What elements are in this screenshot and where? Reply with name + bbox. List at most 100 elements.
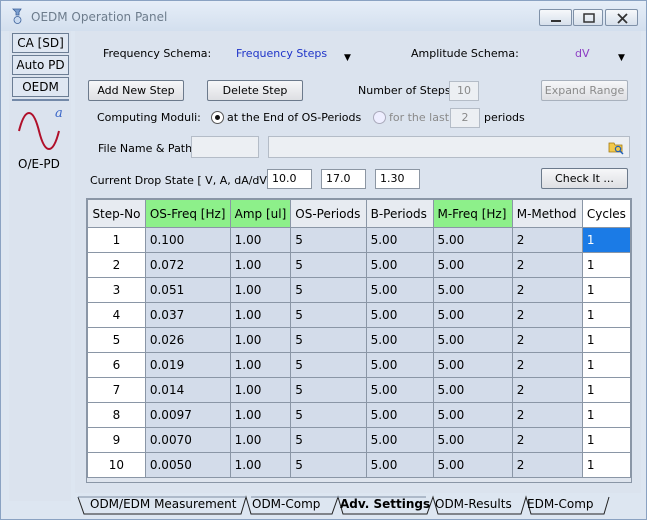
table-row[interactable]: 10 0.0050 1.00 5 5.00 5.00 2 1 bbox=[87, 452, 631, 478]
cell-cycles[interactable]: 1 bbox=[581, 227, 631, 253]
cell-b-periods[interactable]: 5.00 bbox=[365, 402, 434, 428]
table-row[interactable]: 7 0.014 1.00 5 5.00 5.00 2 1 bbox=[87, 377, 631, 403]
cell-m-freq[interactable]: 5.00 bbox=[432, 452, 513, 478]
cell-cycles[interactable]: 1 bbox=[581, 427, 631, 453]
tab-odm-results[interactable]: ODM-Results bbox=[429, 494, 512, 515]
cell-amp[interactable]: 1.00 bbox=[229, 302, 292, 328]
amplitude-schema-dropdown-icon[interactable]: ▼ bbox=[618, 53, 625, 63]
cell-b-periods[interactable]: 5.00 bbox=[365, 452, 434, 478]
cell-amp[interactable]: 1.00 bbox=[229, 227, 292, 253]
cell-cycles[interactable]: 1 bbox=[581, 327, 631, 353]
header-cycles[interactable]: Cycles bbox=[581, 199, 631, 228]
table-row[interactable]: 5 0.026 1.00 5 5.00 5.00 2 1 bbox=[87, 327, 631, 353]
cell-os-periods[interactable]: 5 bbox=[290, 277, 367, 303]
cell-amp[interactable]: 1.00 bbox=[229, 452, 292, 478]
table-row[interactable]: 9 0.0070 1.00 5 5.00 5.00 2 1 bbox=[87, 427, 631, 453]
cell-cycles[interactable]: 1 bbox=[581, 352, 631, 378]
cell-cycles[interactable]: 1 bbox=[581, 302, 631, 328]
cell-cycles[interactable]: 1 bbox=[581, 452, 631, 478]
cell-step-no[interactable]: 6 bbox=[87, 352, 146, 378]
cell-b-periods[interactable]: 5.00 bbox=[365, 327, 434, 353]
cell-step-no[interactable]: 1 bbox=[87, 227, 146, 253]
cell-step-no[interactable]: 10 bbox=[87, 452, 146, 478]
cell-amp[interactable]: 1.00 bbox=[229, 377, 292, 403]
frequency-schema-dropdown-icon[interactable]: ▼ bbox=[344, 53, 351, 63]
cell-os-freq[interactable]: 0.072 bbox=[144, 252, 231, 278]
cell-m-method[interactable]: 2 bbox=[511, 427, 583, 453]
cell-cycles[interactable]: 1 bbox=[581, 402, 631, 428]
cell-os-periods[interactable]: 5 bbox=[290, 302, 367, 328]
cell-step-no[interactable]: 2 bbox=[87, 252, 146, 278]
cell-cycles[interactable]: 1 bbox=[581, 252, 631, 278]
cell-m-freq[interactable]: 5.00 bbox=[432, 427, 513, 453]
close-button[interactable] bbox=[605, 9, 638, 26]
sidebar-button-oedm[interactable]: OEDM bbox=[12, 77, 69, 97]
table-row[interactable]: 4 0.037 1.00 5 5.00 5.00 2 1 bbox=[87, 302, 631, 328]
header-m-method[interactable]: M-Method bbox=[511, 199, 583, 228]
cell-os-periods[interactable]: 5 bbox=[290, 452, 367, 478]
check-it-button[interactable]: Check It ... bbox=[541, 168, 628, 189]
cell-amp[interactable]: 1.00 bbox=[229, 327, 292, 353]
sidebar-button-ca-sd[interactable]: CA [SD] bbox=[12, 33, 69, 53]
cell-os-freq[interactable]: 0.037 bbox=[144, 302, 231, 328]
cell-amp[interactable]: 1.00 bbox=[229, 252, 292, 278]
cell-m-freq[interactable]: 5.00 bbox=[432, 302, 513, 328]
header-os-freq[interactable]: OS-Freq [Hz] bbox=[144, 199, 231, 228]
cell-step-no[interactable]: 7 bbox=[87, 377, 146, 403]
cell-m-freq[interactable]: 5.00 bbox=[432, 377, 513, 403]
file-name-field[interactable] bbox=[191, 136, 259, 158]
frequency-schema-select[interactable]: Frequency Steps bbox=[236, 47, 327, 60]
radio-end-of-os-periods[interactable] bbox=[211, 111, 224, 124]
number-of-steps-field[interactable]: 10 bbox=[449, 81, 479, 101]
cell-m-method[interactable]: 2 bbox=[511, 452, 583, 478]
cell-step-no[interactable]: 4 bbox=[87, 302, 146, 328]
cell-m-freq[interactable]: 5.00 bbox=[432, 402, 513, 428]
cell-amp[interactable]: 1.00 bbox=[229, 402, 292, 428]
tab-odm-edm-measurement[interactable]: ODM/EDM Measurement bbox=[84, 494, 236, 515]
cell-os-periods[interactable]: 5 bbox=[290, 352, 367, 378]
tab-odm-comp[interactable]: ODM-Comp bbox=[246, 494, 320, 515]
cell-step-no[interactable]: 8 bbox=[87, 402, 146, 428]
cell-b-periods[interactable]: 5.00 bbox=[365, 252, 434, 278]
cell-m-method[interactable]: 2 bbox=[511, 227, 583, 253]
header-m-freq[interactable]: M-Freq [Hz] bbox=[432, 199, 513, 228]
add-new-step-button[interactable]: Add New Step bbox=[88, 80, 184, 101]
tab-edm-comp[interactable]: EDM-Comp bbox=[521, 494, 594, 515]
cell-os-periods[interactable]: 5 bbox=[290, 427, 367, 453]
cell-cycles[interactable]: 1 bbox=[581, 277, 631, 303]
cell-m-freq[interactable]: 5.00 bbox=[432, 352, 513, 378]
header-step-no[interactable]: Step-No bbox=[87, 199, 146, 228]
radio-for-the-last[interactable] bbox=[373, 111, 386, 124]
cell-b-periods[interactable]: 5.00 bbox=[365, 227, 434, 253]
cell-m-freq[interactable]: 5.00 bbox=[432, 252, 513, 278]
cell-os-freq[interactable]: 0.019 bbox=[144, 352, 231, 378]
drop-state-dadv-input[interactable]: 1.30 bbox=[375, 169, 420, 189]
cell-m-freq[interactable]: 5.00 bbox=[432, 327, 513, 353]
title-bar[interactable]: OEDM Operation Panel bbox=[1, 1, 646, 31]
cell-m-freq[interactable]: 5.00 bbox=[432, 227, 513, 253]
cell-m-method[interactable]: 2 bbox=[511, 327, 583, 353]
sidebar-button-auto-pd[interactable]: Auto PD bbox=[12, 55, 69, 75]
drop-state-a-input[interactable]: 17.0 bbox=[321, 169, 366, 189]
header-amp[interactable]: Amp [ul] bbox=[229, 199, 292, 228]
expand-range-button[interactable]: Expand Range bbox=[541, 80, 628, 101]
cell-m-method[interactable]: 2 bbox=[511, 302, 583, 328]
cell-m-method[interactable]: 2 bbox=[511, 402, 583, 428]
cell-cycles[interactable]: 1 bbox=[581, 377, 631, 403]
table-row[interactable]: 1 0.100 1.00 5 5.00 5.00 2 1 bbox=[87, 227, 631, 253]
open-folder-icon[interactable] bbox=[608, 139, 624, 155]
cell-m-freq[interactable]: 5.00 bbox=[432, 277, 513, 303]
cell-os-periods[interactable]: 5 bbox=[290, 377, 367, 403]
cell-os-periods[interactable]: 5 bbox=[290, 327, 367, 353]
cell-os-periods[interactable]: 5 bbox=[290, 252, 367, 278]
cell-step-no[interactable]: 9 bbox=[87, 427, 146, 453]
table-row[interactable]: 2 0.072 1.00 5 5.00 5.00 2 1 bbox=[87, 252, 631, 278]
tab-adv-settings[interactable]: Adv. Settings bbox=[334, 494, 430, 515]
drop-state-v-input[interactable]: 10.0 bbox=[267, 169, 312, 189]
cell-amp[interactable]: 1.00 bbox=[229, 427, 292, 453]
maximize-button[interactable] bbox=[573, 9, 603, 26]
cell-os-periods[interactable]: 5 bbox=[290, 227, 367, 253]
cell-m-method[interactable]: 2 bbox=[511, 277, 583, 303]
cell-b-periods[interactable]: 5.00 bbox=[365, 427, 434, 453]
table-row[interactable]: 8 0.0097 1.00 5 5.00 5.00 2 1 bbox=[87, 402, 631, 428]
